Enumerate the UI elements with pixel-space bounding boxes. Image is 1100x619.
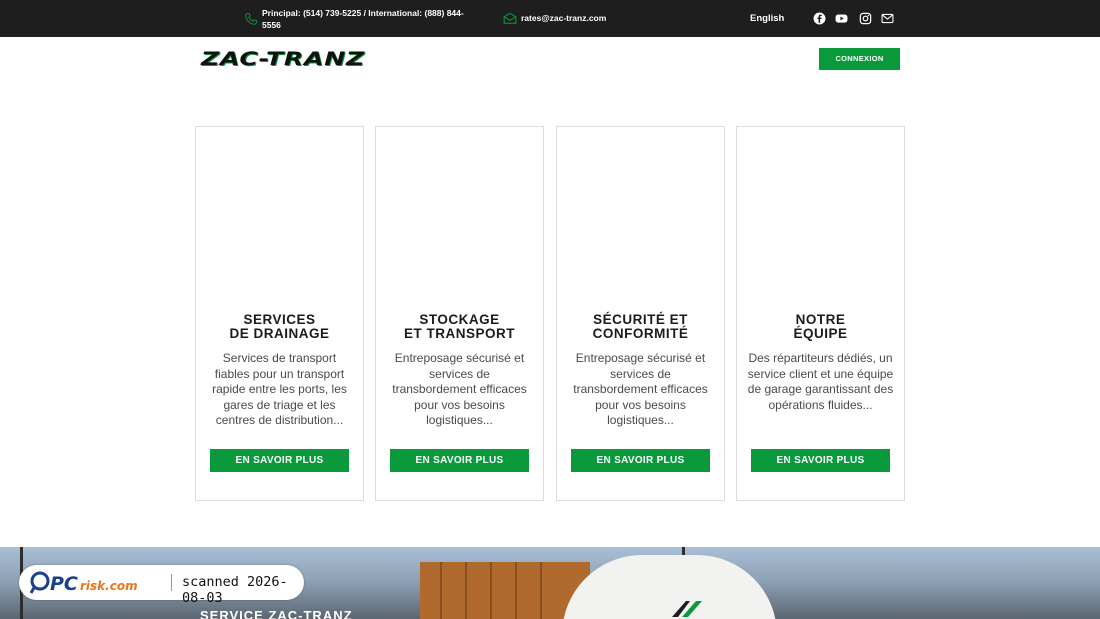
- phone-icon: [245, 12, 258, 25]
- card-description: Services de transport fiables pour un tr…: [212, 351, 347, 427]
- card-title-line1: STOCKAGE: [419, 312, 500, 327]
- facebook-icon[interactable]: [813, 12, 826, 25]
- card-title: NOTRE ÉQUIPE: [737, 313, 904, 341]
- card-title-line2: DE DRAINAGE: [229, 326, 330, 341]
- language-switch[interactable]: English: [750, 13, 784, 24]
- email-link[interactable]: rates@zac-tranz.com: [521, 13, 606, 23]
- learn-more-button[interactable]: EN SAVOIR PLUS: [210, 449, 349, 472]
- service-card-drainage: SERVICES DE DRAINAGE Services de transpo…: [195, 126, 364, 501]
- card-description: Entreposage sécurisé et services de tran…: [573, 351, 708, 427]
- learn-more-button[interactable]: EN SAVOIR PLUS: [390, 449, 529, 472]
- card-title: SERVICES DE DRAINAGE: [196, 313, 363, 341]
- envelope-icon[interactable]: [881, 12, 894, 25]
- hero-title: SERVICE ZAC-TRANZ: [200, 608, 353, 619]
- card-description: Des répartiteurs dédiés, un service clie…: [747, 351, 894, 412]
- service-card-storage: STOCKAGE ET TRANSPORT Entreposage sécuri…: [375, 126, 544, 501]
- service-card-team: NOTRE ÉQUIPE Des répartiteurs dédiés, un…: [736, 126, 905, 501]
- card-title-line2: ÉQUIPE: [793, 326, 848, 341]
- phone-numbers[interactable]: Principal: (514) 739-5225 / Internationa…: [262, 7, 477, 31]
- card-title: STOCKAGE ET TRANSPORT: [376, 313, 543, 341]
- youtube-icon[interactable]: [835, 12, 848, 25]
- scan-date-text: scanned 2026-08-03: [182, 574, 288, 606]
- pcrisk-logo: PC risk.com: [29, 571, 138, 595]
- instagram-icon[interactable]: [859, 12, 872, 25]
- truck-logo-icon: [672, 601, 702, 617]
- card-title-line1: SÉCURITÉ ET: [593, 312, 688, 327]
- login-button[interactable]: CONNEXION: [819, 48, 900, 70]
- svg-text:risk.com: risk.com: [80, 579, 138, 593]
- watermark-separator: [171, 574, 172, 591]
- card-title-line2: CONFORMITÉ: [592, 326, 689, 341]
- shipping-container: [420, 562, 590, 619]
- learn-more-button[interactable]: EN SAVOIR PLUS: [571, 449, 710, 472]
- card-title-line1: NOTRE: [795, 312, 846, 327]
- card-title: SÉCURITÉ ET CONFORMITÉ: [557, 313, 724, 341]
- service-card-safety: SÉCURITÉ ET CONFORMITÉ Entreposage sécur…: [556, 126, 725, 501]
- svg-text:PC: PC: [50, 573, 78, 595]
- card-title-line1: SERVICES: [243, 312, 316, 327]
- card-description: Entreposage sécurisé et services de tran…: [392, 351, 527, 427]
- svg-text:ZAC-TRANZ: ZAC-TRANZ: [200, 50, 366, 68]
- envelope-open-icon: [503, 12, 517, 24]
- scan-watermark: PC risk.com scanned 2026-08-03: [19, 565, 304, 606]
- top-bar: Principal: (514) 739-5225 / Internationa…: [0, 0, 1100, 37]
- learn-more-button[interactable]: EN SAVOIR PLUS: [751, 449, 890, 472]
- card-title-line2: ET TRANSPORT: [403, 326, 515, 341]
- zac-tranz-logo[interactable]: ZAC-TRANZ ZAC-TRANZ: [200, 50, 370, 68]
